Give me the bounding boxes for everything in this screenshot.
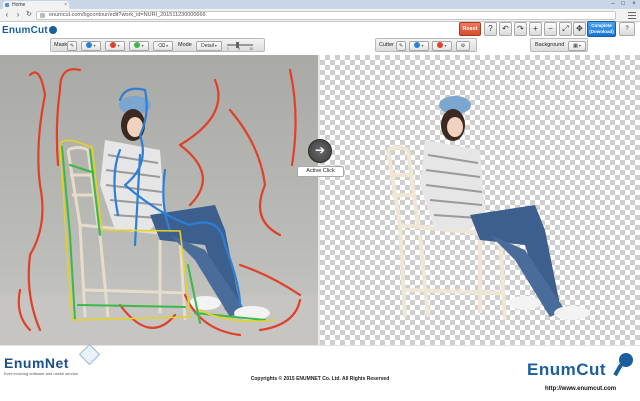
page-icon: [40, 13, 45, 18]
slider-track: [227, 44, 253, 46]
forward-button[interactable]: ›: [13, 10, 23, 20]
active-click-toggle[interactable]: ➔: [308, 139, 332, 163]
window-minimize-button[interactable]: –: [608, 0, 618, 8]
fit-screen-button[interactable]: ⤢: [559, 22, 572, 36]
browser-tab-strip: Home × – □ ×: [0, 0, 640, 9]
address-bar: ‹ › ↻ enumcut.com/bgcontour/edit?work_id…: [0, 9, 640, 22]
slider-tick: 5: [238, 47, 240, 51]
reset-button[interactable]: Reset: [459, 22, 481, 36]
red-brush-button[interactable]: ▾: [105, 41, 125, 51]
site-url-link[interactable]: http://www.enumcut.com: [545, 386, 616, 392]
cutter-toolbar: Cutter ✎ ▾ ▾ ⚙: [375, 38, 477, 52]
undo-button[interactable]: ↶: [499, 22, 512, 36]
mode-value: Detail: [201, 43, 214, 49]
tab-close-icon[interactable]: ×: [64, 1, 67, 9]
window-close-button[interactable]: ×: [629, 0, 639, 8]
browser-menu-icon[interactable]: [627, 11, 637, 20]
mask-toolbar: Mask ✎ ▾ ▾ ▾ ⌫▾ Mode Detail▾ 1 5 10: [50, 38, 265, 52]
guide-button[interactable]: ?: [619, 22, 635, 36]
remove-region-button[interactable]: ▾: [432, 41, 452, 51]
slider-ticks: 1 5 10: [227, 47, 253, 51]
cutter-pen-icon[interactable]: ✎: [396, 41, 406, 51]
reload-button[interactable]: ↻: [24, 10, 34, 20]
person-brush-button[interactable]: ▾: [81, 41, 101, 51]
mask-label: Mask: [54, 42, 68, 48]
brush-size-slider[interactable]: 1 5 10: [227, 42, 253, 51]
browser-tab[interactable]: Home ×: [3, 1, 69, 9]
background-select[interactable]: ▦▾: [568, 41, 586, 51]
cutter-label: Cutter: [379, 42, 394, 48]
slider-tick: 1: [227, 47, 229, 51]
app-logo: EnumCut: [2, 25, 57, 36]
complete-sublabel: (Download): [589, 29, 614, 34]
window-maximize-button[interactable]: □: [618, 0, 628, 8]
eraser-button[interactable]: ⌫▾: [153, 41, 173, 51]
slider-tick: 10: [249, 47, 253, 51]
mode-label: Mode: [178, 42, 192, 48]
tab-title: Home: [12, 2, 26, 8]
mode-select[interactable]: Detail▾: [196, 41, 222, 51]
redo-button[interactable]: ↷: [514, 22, 527, 36]
cutout-preview: [386, 96, 590, 321]
help-button[interactable]: ?: [484, 22, 497, 36]
settings-icon[interactable]: ⚙: [456, 41, 470, 51]
background-toolbar: Background ▦▾: [530, 38, 588, 52]
mask-canvas[interactable]: [0, 55, 318, 345]
zoom-in-button[interactable]: +: [529, 22, 542, 36]
back-button[interactable]: ‹: [2, 10, 12, 20]
green-brush-button[interactable]: ▾: [129, 41, 149, 51]
source-photo: [17, 68, 302, 337]
url-field[interactable]: enumcut.com/bgcontour/edit?work_id=NURI_…: [36, 11, 616, 20]
add-region-button[interactable]: ▾: [409, 41, 429, 51]
favicon-icon: [5, 3, 9, 7]
result-canvas[interactable]: [320, 55, 640, 345]
editor-workspace: [0, 55, 640, 345]
app-logo-text: EnumCut: [2, 25, 48, 36]
url-text: enumcut.com/bgcontour/edit?work_id=NURI_…: [49, 12, 206, 18]
complete-download-button[interactable]: Complete (Download): [587, 21, 616, 37]
background-label: Background: [535, 42, 565, 48]
pen-tool-icon[interactable]: ✎: [67, 41, 77, 51]
active-click-label: Active Click: [297, 166, 344, 177]
mascot-footer-icon: [619, 353, 633, 367]
move-button[interactable]: ✥: [573, 22, 586, 36]
enumcut-footer-logo[interactable]: EnumCut: [527, 360, 606, 380]
zoom-out-button[interactable]: −: [544, 22, 557, 36]
mascot-icon: [48, 26, 57, 34]
enumnet-logo[interactable]: EnumNet: [4, 355, 69, 371]
